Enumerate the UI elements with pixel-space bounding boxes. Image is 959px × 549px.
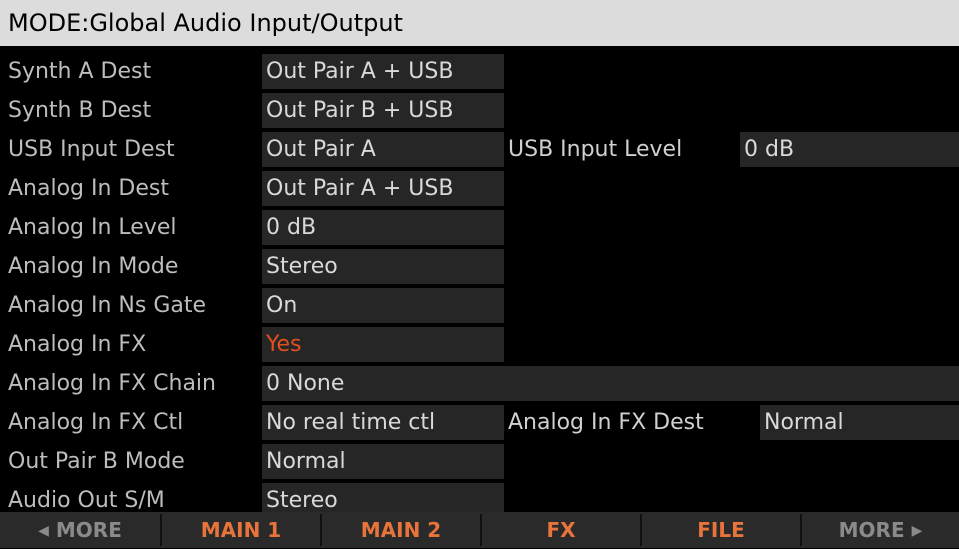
param-label: Analog In FX Chain xyxy=(8,371,216,396)
soft-button-file[interactable]: FILE xyxy=(642,512,800,548)
param-value-analog-in-fx-ctl[interactable]: No real time ctl xyxy=(262,405,504,440)
param-row-analog-in-ns-gate: Analog In Ns Gate On xyxy=(0,286,959,325)
param-row-analog-in-level: Analog In Level 0 dB xyxy=(0,208,959,247)
soft-button-main-1[interactable]: MAIN 1 xyxy=(162,512,320,548)
param-value-analog-in-dest[interactable]: Out Pair A + USB xyxy=(262,171,504,206)
param-value-analog-in-level[interactable]: 0 dB xyxy=(262,210,504,245)
param-value-synth-b-dest[interactable]: Out Pair B + USB xyxy=(262,93,504,128)
param-row-analog-in-dest: Analog In Dest Out Pair A + USB xyxy=(0,169,959,208)
param-value-analog-in-ns-gate[interactable]: On xyxy=(262,288,504,323)
soft-button-label: FILE xyxy=(697,518,745,542)
param-value-usb-input-level[interactable]: 0 dB xyxy=(740,132,959,167)
soft-button-label: MAIN 2 xyxy=(360,518,442,542)
param-label: Out Pair B Mode xyxy=(8,449,185,474)
param-row-synth-a-dest: Synth A Dest Out Pair A + USB xyxy=(0,52,959,91)
soft-button-label: MAIN 1 xyxy=(200,518,282,542)
param-value-analog-in-fx[interactable]: Yes xyxy=(262,327,504,362)
soft-button-main-2[interactable]: MAIN 2 xyxy=(322,512,480,548)
param-label: Analog In Mode xyxy=(8,254,179,279)
param-row-analog-in-fx-chain: Analog In FX Chain 0 None xyxy=(0,364,959,403)
param-label: Analog In FX xyxy=(8,332,147,357)
param-value-analog-in-mode[interactable]: Stereo xyxy=(262,249,504,284)
param-value-usb-input-dest[interactable]: Out Pair A xyxy=(262,132,504,167)
param-value-analog-in-fx-dest[interactable]: Normal xyxy=(760,405,959,440)
parameter-list: Synth A Dest Out Pair A + USB Synth B De… xyxy=(0,52,959,520)
param-label: Synth A Dest xyxy=(8,59,152,84)
param-row-analog-in-fx-ctl: Analog In FX Ctl No real time ctl Analog… xyxy=(0,403,959,442)
left-arrow-icon: ◀ xyxy=(38,523,49,539)
soft-button-more-left[interactable]: ◀ MORE xyxy=(0,512,160,548)
param-value-synth-a-dest[interactable]: Out Pair A + USB xyxy=(262,54,504,89)
param-label: Synth B Dest xyxy=(8,98,152,123)
param-label: Analog In Level xyxy=(8,215,177,240)
param-label-analog-in-fx-dest: Analog In FX Dest xyxy=(508,410,704,435)
soft-button-label: FX xyxy=(546,518,576,542)
param-label: Analog In FX Ctl xyxy=(8,410,184,435)
soft-button-fx[interactable]: FX xyxy=(482,512,640,548)
soft-button-bar: ◀ MORE MAIN 1 MAIN 2 FX FILE MORE ▶ xyxy=(0,512,959,548)
param-label: USB Input Dest xyxy=(8,137,175,162)
param-value-out-pair-b-mode[interactable]: Normal xyxy=(262,444,504,479)
page-title: MODE:Global Audio Input/Output xyxy=(8,9,403,37)
param-label-usb-input-level: USB Input Level xyxy=(508,137,683,162)
param-label: Analog In Dest xyxy=(8,176,169,201)
param-row-synth-b-dest: Synth B Dest Out Pair B + USB xyxy=(0,91,959,130)
param-row-analog-in-fx: Analog In FX Yes xyxy=(0,325,959,364)
soft-button-label: MORE xyxy=(55,518,122,542)
soft-button-more-right[interactable]: MORE ▶ xyxy=(802,512,959,548)
mode-title-bar: MODE:Global Audio Input/Output xyxy=(0,0,959,46)
soft-button-label: MORE xyxy=(838,518,905,542)
param-row-usb-input-dest: USB Input Dest Out Pair A USB Input Leve… xyxy=(0,130,959,169)
param-row-out-pair-b-mode: Out Pair B Mode Normal xyxy=(0,442,959,481)
right-arrow-icon: ▶ xyxy=(911,523,923,539)
param-label: Analog In Ns Gate xyxy=(8,293,207,318)
param-row-analog-in-mode: Analog In Mode Stereo xyxy=(0,247,959,286)
param-value-analog-in-fx-chain[interactable]: 0 None xyxy=(262,366,959,401)
